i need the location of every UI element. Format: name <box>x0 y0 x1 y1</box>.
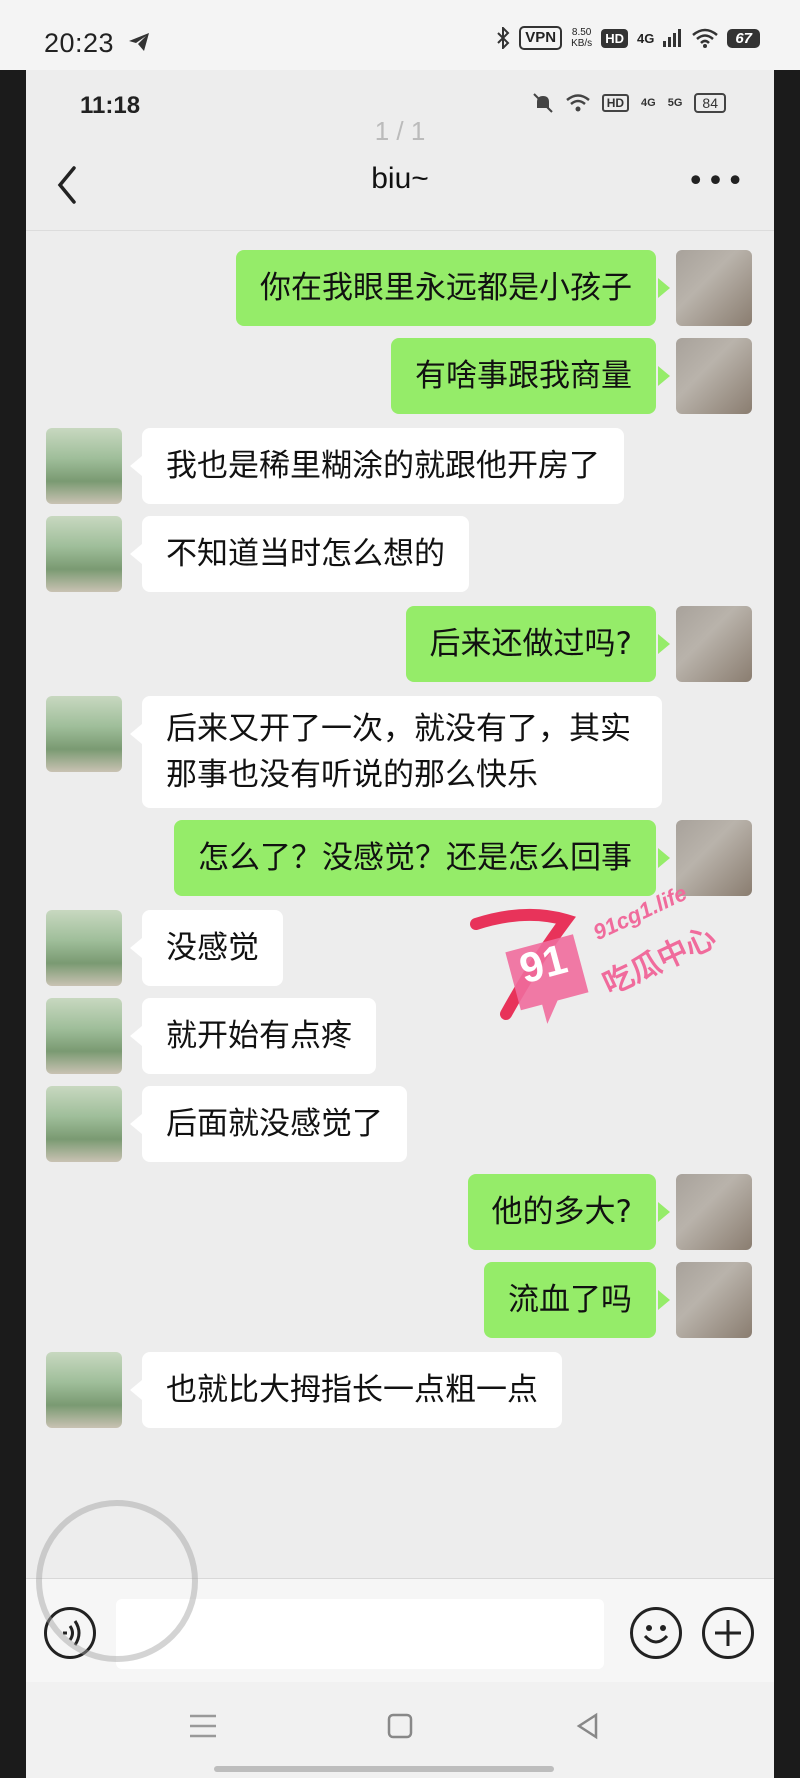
message-bubble-contact[interactable]: 不知道当时怎么想的 <box>142 516 469 592</box>
outer-status-bar: 20:23 VPN 8.50 KB/s HD 4G 67 <box>0 0 800 70</box>
mute-bell-icon <box>532 93 553 113</box>
message-bubble-self[interactable]: 怎么了？没感觉？还是怎么回事 <box>174 820 656 896</box>
outer-status-time: 20:23 <box>44 28 115 58</box>
bubble-tail <box>658 366 670 386</box>
avatar-contact[interactable] <box>46 696 122 772</box>
message-bubble-contact[interactable]: 没感觉 <box>142 910 283 986</box>
message-bubble-self[interactable]: 后来还做过吗? <box>405 606 656 682</box>
bubble-tail <box>130 724 142 744</box>
bubble-tail <box>658 848 670 868</box>
avatar-self[interactable] <box>676 250 752 326</box>
net-speed: 8.50 KB/s <box>571 27 592 49</box>
message-bubble-contact[interactable]: 我也是稀里糊涂的就跟他开房了 <box>142 428 624 504</box>
avatar-self[interactable] <box>676 338 752 414</box>
avatar-self[interactable] <box>676 1262 752 1338</box>
message-bubble-contact[interactable]: 后面就没感觉了 <box>142 1086 407 1162</box>
inner-status-bar: 11:18 HD 4G 5G 84 1 / 1 <box>26 70 774 146</box>
watermark-stamp <box>36 1500 198 1662</box>
message-bubble-self[interactable]: 有啥事跟我商量 <box>391 338 656 414</box>
inner-wifi-icon <box>565 94 590 112</box>
system-nav-bar <box>26 1682 774 1778</box>
bubble-tail <box>130 544 142 564</box>
inner-signal-1: 4G <box>641 97 656 109</box>
bubble-tail <box>130 456 142 476</box>
emoji-icon[interactable] <box>630 1607 682 1659</box>
message-bubble-self[interactable]: 流血了吗 <box>484 1262 656 1338</box>
bubble-tail <box>130 938 142 958</box>
avatar-contact[interactable] <box>46 428 122 504</box>
back-triangle-icon[interactable] <box>574 1712 602 1740</box>
avatar-self[interactable] <box>676 820 752 896</box>
chat-nav-bar: biu~ ••• <box>26 142 774 228</box>
vpn-badge: VPN <box>519 26 563 50</box>
message-bubble-self[interactable]: 他的多大? <box>467 1174 656 1250</box>
bubble-tail <box>130 1380 142 1400</box>
bubble-tail <box>658 278 670 298</box>
inner-signal-2: 5G <box>667 97 683 109</box>
bubble-tail <box>658 634 670 654</box>
message-bubble-contact[interactable]: 后来又开了一次，就没有了，其实那事也没有听说的那么快乐 <box>142 696 662 808</box>
plus-icon[interactable] <box>702 1607 754 1659</box>
signal-bars-icon <box>663 29 682 47</box>
message-bubble-contact[interactable]: 就开始有点疼 <box>142 998 376 1074</box>
inner-status-icons: HD 4G 5G 84 <box>532 92 726 114</box>
avatar-contact[interactable] <box>46 910 122 986</box>
avatar-contact[interactable] <box>46 1352 122 1428</box>
more-dots-icon[interactable]: ••• <box>687 164 746 199</box>
bluetooth-icon <box>497 27 510 49</box>
avatar-contact[interactable] <box>46 998 122 1074</box>
avatar-self[interactable] <box>676 1174 752 1250</box>
emoji-face-icon <box>643 1625 669 1644</box>
wifi-icon <box>692 28 719 48</box>
avatar-contact[interactable] <box>46 516 122 592</box>
menu-icon[interactable] <box>188 1712 218 1740</box>
avatar-contact[interactable] <box>46 1086 122 1162</box>
net-speed-unit: KB/s <box>571 38 593 49</box>
net-speed-value: 8.50 <box>571 27 592 38</box>
signal-label: 4G <box>636 30 655 46</box>
message-bubble-contact[interactable]: 也就比大拇指长一点粗一点 <box>142 1352 562 1428</box>
bubble-tail <box>130 1114 142 1134</box>
plus-sign-icon <box>715 1620 741 1646</box>
chat-title: biu~ <box>371 162 429 195</box>
home-square-icon[interactable] <box>386 1712 414 1740</box>
bubble-tail <box>658 1202 670 1222</box>
message-bubble-self[interactable]: 你在我眼里永远都是小孩子 <box>236 250 656 326</box>
telegram-icon <box>129 33 149 51</box>
outer-status-icons: VPN 8.50 KB/s HD 4G 67 <box>496 26 760 50</box>
gesture-home-bar[interactable] <box>214 1766 554 1772</box>
battery-indicator: 67 <box>727 28 760 48</box>
inner-battery: 84 <box>694 93 726 113</box>
avatar-self[interactable] <box>676 606 752 682</box>
hd-badge: HD <box>601 28 628 48</box>
bubble-tail <box>130 1026 142 1046</box>
inner-hd-badge: HD <box>601 94 630 112</box>
nav-divider <box>26 230 774 231</box>
bubble-tail <box>658 1290 670 1310</box>
